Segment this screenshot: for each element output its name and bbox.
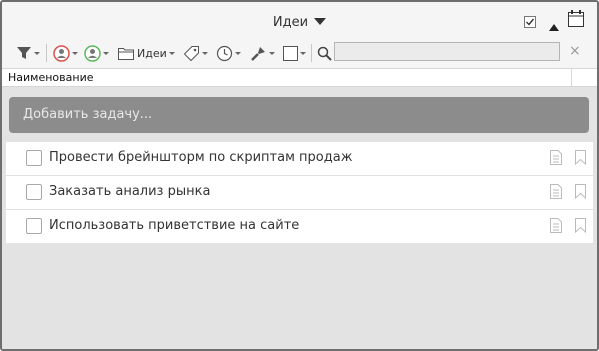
square-icon [283, 45, 298, 61]
chevron-down-icon [202, 51, 208, 55]
task-row[interactable]: Заказать анализ рынка [6, 176, 593, 210]
app-window: Идеи Идеи × Наименование Добавить задачу… [0, 0, 599, 351]
status-filter-button[interactable] [283, 42, 306, 64]
add-task-input[interactable]: Добавить задачу... [9, 97, 589, 133]
chevron-down-icon [103, 51, 109, 55]
toolbar-divider [46, 44, 47, 62]
search-button[interactable] [317, 42, 332, 64]
bookmark-icon[interactable] [575, 150, 586, 169]
task-row[interactable]: Использовать приветствие на сайте [6, 210, 593, 243]
chevron-down-icon [300, 51, 306, 55]
bookmark-icon[interactable] [575, 218, 586, 237]
note-icon[interactable] [550, 150, 562, 169]
triangle-down-icon [314, 18, 327, 25]
calendar-icon[interactable] [568, 10, 584, 31]
task-title: Заказать анализ рынка [49, 184, 211, 199]
search-icon [317, 46, 332, 61]
user-green-icon [84, 44, 101, 62]
note-icon[interactable] [550, 184, 562, 203]
tools-button[interactable] [250, 42, 275, 64]
folder-icon [118, 47, 134, 60]
task-checkbox[interactable] [26, 184, 42, 200]
chevron-down-icon [269, 51, 275, 55]
column-header: Наименование [2, 68, 597, 87]
triangle-up-icon[interactable] [549, 16, 559, 35]
task-title: Провести брейншторм по скриптам продаж [49, 150, 353, 165]
brush-icon [251, 46, 265, 61]
bookmark-icon[interactable] [575, 184, 586, 203]
task-checkbox[interactable] [26, 150, 42, 166]
column-divider[interactable] [571, 69, 572, 86]
task-list: Провести брейншторм по скриптам продаж З… [6, 142, 593, 243]
user-red-icon [53, 44, 70, 62]
assignee-filter-button[interactable] [53, 42, 78, 64]
tag-icon [183, 45, 199, 61]
chevron-down-icon [72, 51, 78, 55]
title-dropdown[interactable]: Идеи [2, 11, 597, 30]
task-checkbox[interactable] [26, 218, 42, 234]
task-title: Использовать приветствие на сайте [49, 218, 300, 233]
chevron-down-icon [235, 51, 241, 55]
chevron-down-icon [34, 51, 40, 55]
owner-filter-button[interactable] [84, 42, 109, 64]
checkbox-checked-icon[interactable] [524, 13, 536, 32]
clear-search-icon[interactable]: × [569, 43, 581, 59]
filter-button[interactable] [16, 42, 40, 64]
search-input[interactable] [334, 42, 560, 61]
task-row[interactable]: Провести брейншторм по скриптам продаж [6, 142, 593, 176]
filter-icon [17, 47, 31, 59]
folder-filter-button[interactable]: Идеи [118, 42, 175, 64]
column-header-name[interactable]: Наименование [8, 71, 93, 84]
chevron-down-icon [168, 51, 175, 55]
note-icon[interactable] [550, 218, 562, 237]
toolbar-divider [311, 44, 312, 62]
window-title: Идеи [272, 15, 309, 30]
folder-filter-label: Идеи [137, 46, 167, 60]
tag-filter-button[interactable] [183, 42, 208, 64]
time-filter-button[interactable] [216, 42, 241, 64]
clock-icon [216, 45, 233, 61]
task-list-area: Добавить задачу... Провести брейншторм п… [2, 87, 597, 349]
title-bar: Идеи [2, 2, 597, 38]
